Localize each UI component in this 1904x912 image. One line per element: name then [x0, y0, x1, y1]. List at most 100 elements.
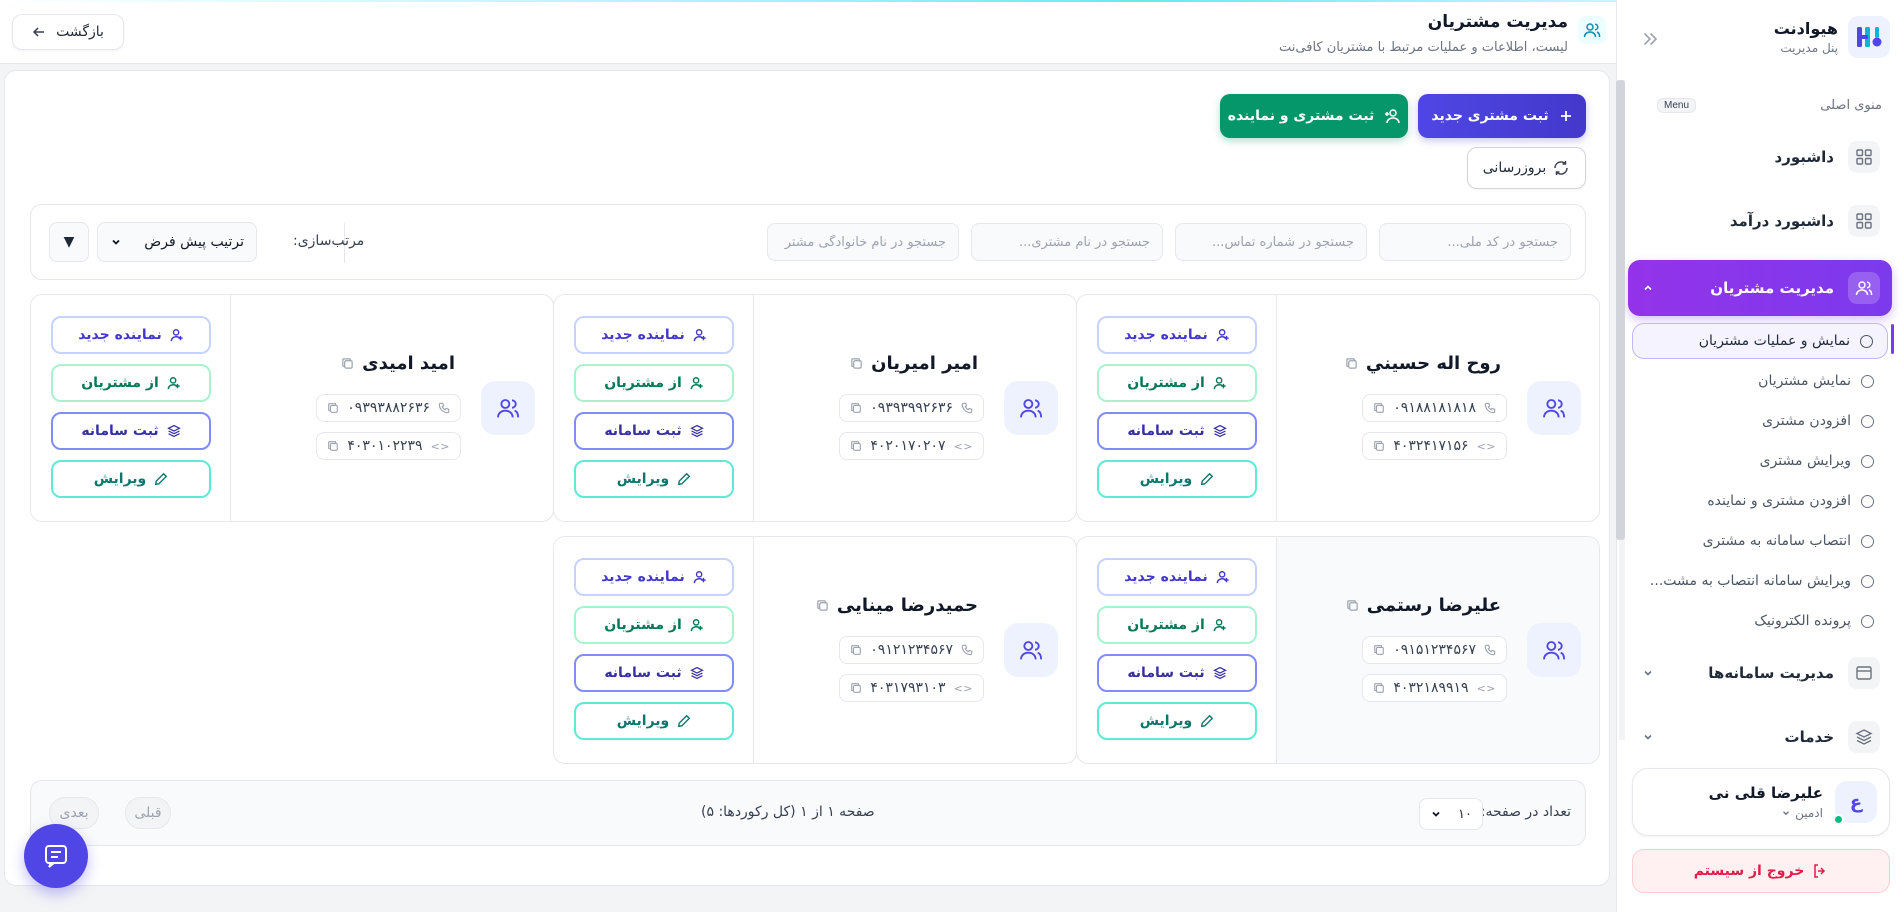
sidebar-item-dashboard[interactable]: داشبورد [1628, 132, 1892, 182]
sort-label: مرتب‌سازی: [293, 233, 365, 249]
edit-label: ویرایش [1139, 471, 1193, 487]
copy-icon[interactable] [1373, 440, 1385, 452]
edit-button[interactable]: ویرایش [574, 460, 734, 498]
logout-button[interactable]: خروج از سیستم [1632, 849, 1890, 893]
refresh-icon [1552, 159, 1570, 177]
copy-icon[interactable] [1345, 357, 1358, 370]
from-customers-button[interactable]: از مشتریان [1097, 606, 1257, 644]
from-customers-label: از مشتریان [604, 617, 682, 633]
name-search-input[interactable] [971, 223, 1163, 261]
online-status-dot [1833, 814, 1844, 825]
back-button[interactable]: بازگشت [12, 14, 124, 50]
copy-icon[interactable] [816, 599, 829, 612]
user-name: علیرضا قلی نی [1708, 784, 1823, 802]
subnav-item-assign-system[interactable]: انتصاب سامانه به مشتری [1632, 523, 1888, 559]
register-system-button[interactable]: ثبت سامانه [1097, 412, 1257, 450]
edit-button[interactable]: ویرایش [574, 702, 734, 740]
edit-button[interactable]: ویرایش [51, 460, 211, 498]
refresh-button[interactable]: بروزرسانی [1467, 147, 1586, 189]
copy-icon[interactable] [1373, 644, 1385, 656]
subnav-label: افزودن مشتری [1762, 413, 1851, 429]
pencil-icon [677, 472, 691, 486]
new-agent-button[interactable]: نماینده جدید [1097, 558, 1257, 596]
user-role-dropdown[interactable]: ادمین [1709, 806, 1823, 820]
prev-page-button[interactable]: قبلی [125, 797, 171, 829]
subnav-item-add-customer[interactable]: افزودن مشتری [1632, 403, 1888, 439]
subnav-item-view-customers[interactable]: نمایش مشتریان [1632, 363, 1888, 399]
user-plus-icon [1384, 108, 1401, 124]
copy-icon[interactable] [850, 357, 863, 370]
copy-icon[interactable] [1373, 402, 1385, 414]
new-agent-button[interactable]: نماینده جدید [51, 316, 211, 354]
customer-name: امید امیدی [341, 353, 455, 374]
register-system-button[interactable]: ثبت سامانه [1097, 654, 1257, 692]
subnav-item-electronic-file[interactable]: پرونده الکترونیک [1632, 603, 1888, 639]
register-system-button[interactable]: ثبت سامانه [574, 654, 734, 692]
new-agent-label: نماینده جدید [78, 327, 162, 343]
sort-select[interactable]: ترتیب پیش فرض [97, 222, 257, 262]
subnav-item-add-customer-agent[interactable]: افزودن مشتری و نماینده [1632, 483, 1888, 519]
main-scrollbar[interactable] [1616, 80, 1622, 540]
register-system-button[interactable]: ثبت سامانه [574, 412, 734, 450]
collapse-sidebar-icon[interactable] [1639, 28, 1661, 50]
back-label: بازگشت [56, 24, 104, 40]
copy-icon[interactable] [850, 440, 862, 452]
users-icon [1527, 623, 1581, 677]
new-agent-button[interactable]: نماینده جدید [574, 558, 734, 596]
family-search-input[interactable] [767, 223, 959, 261]
copy-icon[interactable] [850, 644, 862, 656]
copy-icon[interactable] [327, 402, 339, 414]
from-customers-button[interactable]: از مشتریان [51, 364, 211, 402]
card-actions: نماینده جدید از مشتریان ثبت سامانه ویرای… [1077, 537, 1277, 763]
card-actions: نماینده جدید از مشتریان ثبت سامانه ویرای… [31, 295, 231, 521]
user-role: ادمین [1795, 806, 1823, 820]
sidebar-item-label: داشبورد درآمد [1729, 212, 1834, 230]
edit-button[interactable]: ویرایش [1097, 460, 1257, 498]
per-page-select[interactable]: ۱۰ [1419, 798, 1483, 830]
customer-phone: ۰۹۳۹۳۸۸۲۶۳۶ [347, 400, 430, 416]
copy-icon[interactable] [850, 682, 862, 694]
register-system-button[interactable]: ثبت سامانه [51, 412, 211, 450]
copy-icon[interactable] [850, 402, 862, 414]
copy-icon[interactable] [341, 357, 354, 370]
user-card[interactable]: ع علیرضا قلی نی ادمین [1632, 768, 1890, 836]
user-plus-icon [1216, 328, 1230, 342]
copy-icon[interactable] [327, 440, 339, 452]
customer-name-text: حمیدرضا مینایی [836, 595, 978, 616]
sidebar-item-systems[interactable]: مدیریت سامانه‌ها [1628, 648, 1892, 698]
subnav-item-view-operations[interactable]: نمایش و عملیات مشتریان [1632, 323, 1888, 359]
from-customers-button[interactable]: از مشتریان [574, 606, 734, 644]
sidebar-item-label: مدیریت مشتریان [1710, 279, 1834, 297]
register-system-label: ثبت سامانه [1127, 665, 1205, 681]
register-system-label: ثبت سامانه [604, 423, 682, 439]
circle-icon [1860, 334, 1873, 348]
from-customers-button[interactable]: از مشتریان [574, 364, 734, 402]
sidebar-item-services[interactable]: خدمات [1628, 712, 1892, 762]
copy-icon[interactable] [1373, 682, 1385, 694]
new-agent-button[interactable]: نماینده جدید [574, 316, 734, 354]
subnav-label: نمایش مشتریان [1758, 373, 1851, 389]
phone-search-input[interactable] [1175, 223, 1367, 261]
new-customer-button[interactable]: ثبت مشتری جدید [1418, 94, 1586, 138]
copy-icon[interactable] [1346, 599, 1359, 612]
phone-icon [438, 402, 450, 414]
sort-value: ترتیب پیش فرض [144, 234, 244, 250]
sort-direction-button[interactable]: ▼ [49, 222, 89, 262]
chat-button[interactable] [24, 824, 88, 888]
sidebar-item-label: مدیریت سامانه‌ها [1708, 664, 1834, 682]
filter-bar: مرتب‌سازی: ترتیب پیش فرض ▼ [30, 204, 1586, 280]
subnav-item-edit-customer[interactable]: ویرایش مشتری [1632, 443, 1888, 479]
sidebar-item-customers[interactable]: مدیریت مشتریان [1628, 260, 1892, 316]
from-customers-button[interactable]: از مشتریان [1097, 364, 1257, 402]
card-actions: نماینده جدید از مشتریان ثبت سامانه ویرای… [554, 295, 754, 521]
phone-icon [1484, 644, 1496, 656]
menu-header: منوی اصلی Menu [1657, 98, 1882, 113]
new-customer-agent-button[interactable]: ثبت مشتری و نماینده [1220, 94, 1408, 138]
edit-button[interactable]: ویرایش [1097, 702, 1257, 740]
national-code-search-input[interactable] [1379, 223, 1571, 261]
code-chip: ۴۰۳۱۷۹۳۱۰۳ <> [839, 674, 984, 702]
phone-icon [1484, 402, 1496, 414]
sidebar-item-income-dashboard[interactable]: داشبورد درآمد [1628, 196, 1892, 246]
subnav-item-edit-assigned-system[interactable]: ویرایش سامانه انتصاب به مشت... [1632, 563, 1888, 599]
new-agent-button[interactable]: نماینده جدید [1097, 316, 1257, 354]
